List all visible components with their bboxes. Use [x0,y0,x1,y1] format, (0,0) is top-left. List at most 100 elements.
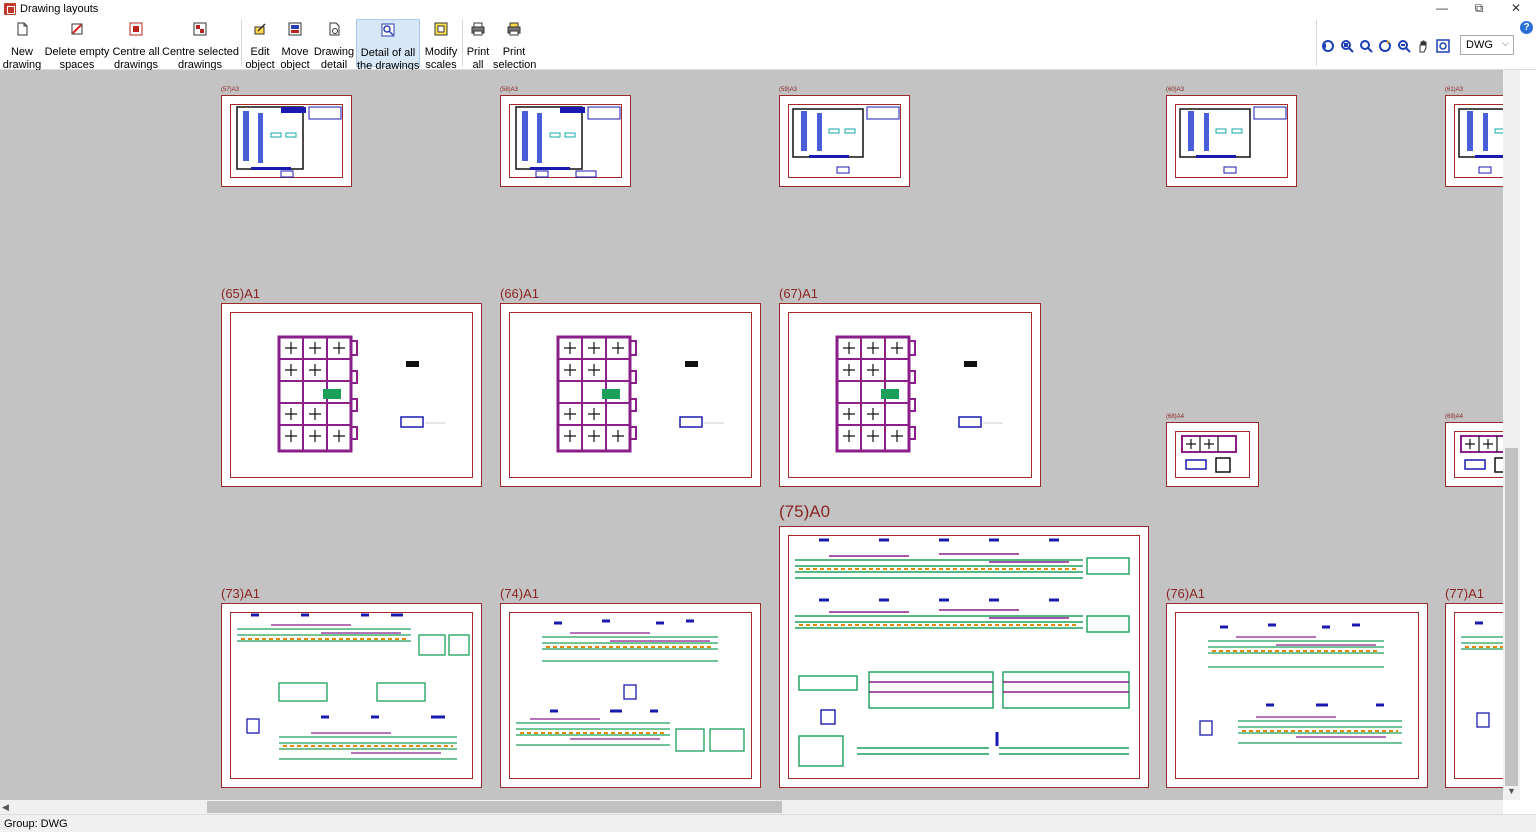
print-all-icon [471,22,485,36]
print-selection-button[interactable]: Print selection [493,19,536,71]
delete-empty-spaces-label: Delete empty spaces [44,46,110,71]
centre-all-drawings-label: Centre all drawings [112,46,160,71]
sheet-label: (60)A3 [1166,87,1185,93]
sheet-border [230,104,343,178]
drawing-thumbnail [1179,106,1287,174]
zoom-extents-icon[interactable] [1436,39,1450,53]
drawing-thumbnail [1461,621,1503,728]
drawing-detail-label: Drawing detail [313,46,355,71]
pan-hand-icon[interactable] [1416,39,1430,53]
print-selection-label: Print selection [493,46,537,71]
new-drawing-label: New drawing [2,46,42,71]
sheet-label: (66)A1 [500,286,540,301]
drawing-thumbnail [1460,435,1503,473]
detail-all-icon [381,23,395,37]
restore-button[interactable]: ⧉ [1461,0,1497,18]
toolbar-separator [462,20,463,66]
sheet-label: (68)A4 [1166,414,1185,420]
drawing-thumbnail [277,335,445,453]
drawing-thumbnail [236,106,342,178]
sheet-61[interactable] [1445,95,1503,187]
zoom-window-icon[interactable] [1340,39,1354,53]
title-bar: Drawing layouts — ⧉ ✕ [0,0,1536,18]
drawing-thumbnail [556,335,724,453]
drawing-detail-button[interactable]: Drawing detail [313,19,355,71]
sheet-59[interactable] [779,95,910,187]
sheet-75[interactable] [779,526,1149,788]
modify-scales-label: Modify scales [424,46,458,71]
move-object-icon [288,22,302,36]
edit-object-label: Edit object [245,46,275,71]
detail-of-all-drawings-button[interactable]: Detail of all the drawings [356,19,420,72]
print-all-button[interactable]: Print all [464,19,492,71]
sheet-58[interactable] [500,95,631,187]
sheet-69[interactable] [1445,422,1503,487]
horizontal-scroll-thumb[interactable] [207,801,782,813]
edit-object-icon [254,23,266,35]
sheet-73[interactable] [221,603,482,788]
centre-all-drawings-button[interactable]: Centre all drawings [112,19,160,71]
new-drawing-button[interactable]: New drawing [2,19,42,71]
sheet-border [230,612,473,779]
vertical-scroll-thumb[interactable] [1505,448,1518,786]
window-title: Drawing layouts [20,3,99,15]
zoom-icon[interactable] [1359,39,1373,53]
toolbar-separator [241,20,242,66]
minimize-button[interactable]: — [1424,0,1460,18]
sheet-border [509,104,622,178]
sheet-67[interactable] [779,303,1041,487]
sheet-border [788,535,1140,779]
zoom-previous-icon[interactable] [1321,39,1335,53]
sheet-label: (58)A3 [500,87,519,93]
toolbar-separator [1316,20,1317,66]
drawing-thumbnail [1199,623,1402,744]
drawing-thumbnail [792,106,900,174]
status-text: Group: DWG [4,818,68,830]
detail-of-all-drawings-label: Detail of all the drawings [357,47,420,72]
drawing-thumbnail [515,106,621,178]
modify-scales-button[interactable]: Modify scales [422,19,460,71]
chevron-down-icon: ⌵ [1502,38,1509,48]
help-icon[interactable]: ? [1520,21,1533,34]
edit-object-button[interactable]: Edit object [244,19,276,71]
app-icon [4,3,16,15]
sheet-66[interactable] [500,303,761,487]
close-button[interactable]: ✕ [1498,0,1534,18]
drawing-detail-icon [329,22,340,36]
print-all-label: Print all [466,46,490,71]
drawing-thumbnail [835,335,1003,453]
sheet-68[interactable] [1166,422,1259,487]
group-select[interactable]: DWG ⌵ [1460,35,1514,55]
centre-selected-drawings-label: Centre selected drawings [162,46,240,71]
zoom-out-icon[interactable] [1397,39,1411,53]
refresh-icon[interactable] [1378,39,1392,53]
sheet-74[interactable] [500,603,761,788]
scroll-down-arrow-icon[interactable]: ▼ [1503,786,1520,800]
sheet-label: (74)A1 [500,586,540,601]
sheet-57[interactable] [221,95,352,187]
sheet-border [509,612,752,779]
delete-empty-spaces-button[interactable]: Delete empty spaces [44,19,110,71]
sheet-76[interactable] [1166,603,1428,788]
sheet-65[interactable] [221,303,482,487]
sheet-label: (65)A1 [221,286,261,301]
sheet-label: (61)A3 [1445,87,1464,93]
drawing-thumbnail [1458,108,1503,174]
centre-selected-icon [193,22,207,36]
drawing-thumbnail [516,619,745,752]
status-bar: Group: DWG [0,814,1536,832]
sheet-60[interactable] [1166,95,1297,187]
move-object-label: Move object [280,46,310,71]
scroll-left-arrow-icon[interactable]: ◀ [2,800,14,814]
sheet-border [509,312,752,478]
sheet-77[interactable] [1445,603,1503,788]
new-page-icon [17,22,28,36]
sheet-label: (75)A0 [779,502,831,521]
drawing-thumbnail [1181,435,1237,473]
sheet-border [1175,104,1288,178]
sheet-label: (76)A1 [1166,586,1206,601]
drawing-canvas[interactable]: (57)A3 (58)A3 (59)A3 (60)A3 (61)A3 (65)A… [0,70,1503,800]
centre-selected-drawings-button[interactable]: Centre selected drawings [162,19,239,71]
print-selection-icon [507,22,521,36]
move-object-button[interactable]: Move object [278,19,312,71]
